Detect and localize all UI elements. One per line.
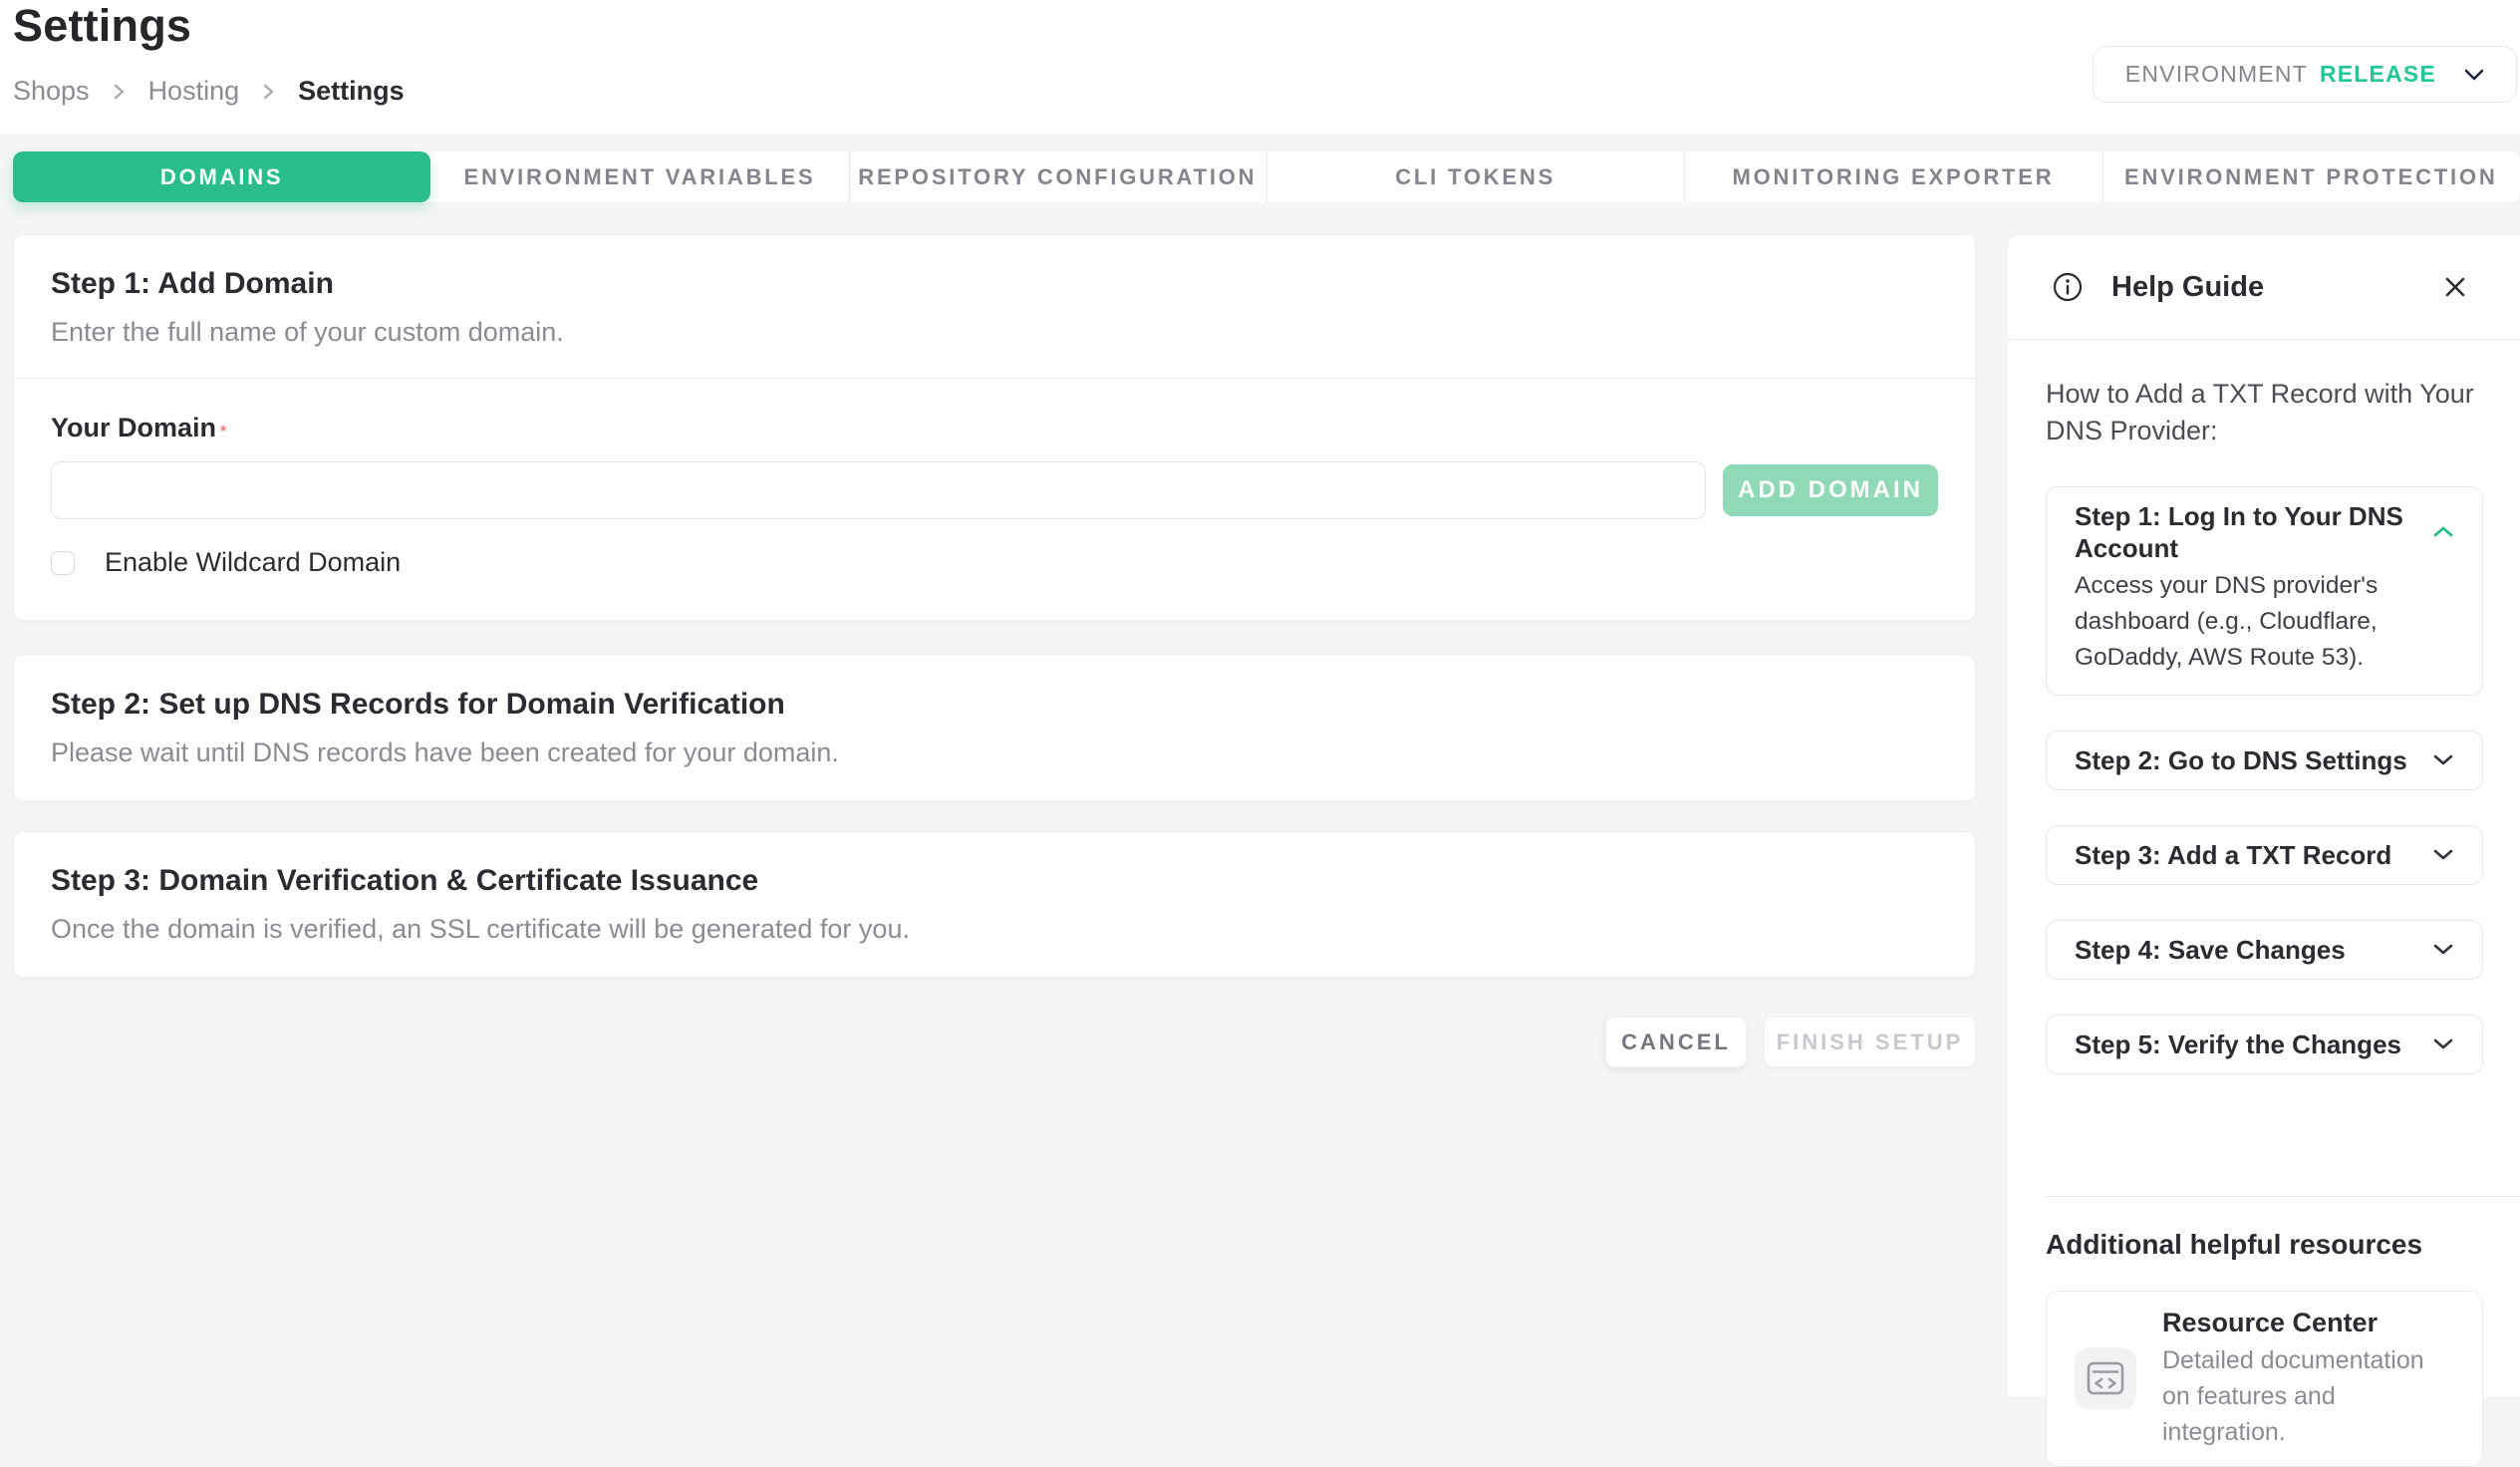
tab-environment-protection[interactable]: ENVIRONMENT PROTECTION	[2102, 151, 2520, 202]
chevron-down-icon	[2432, 942, 2454, 957]
step1-add-domain-card: Step 1: Add Domain Enter the full name o…	[13, 234, 1976, 621]
add-domain-button[interactable]: ADD DOMAIN	[1723, 464, 1938, 516]
close-icon	[2442, 274, 2468, 300]
help-guide-title: Help Guide	[2111, 271, 2436, 304]
step2-title: Step 2: Set up DNS Records for Domain Ve…	[51, 688, 1938, 722]
chevron-right-icon	[112, 81, 127, 103]
chevron-down-icon	[2432, 847, 2454, 862]
divider	[2046, 1196, 2520, 1197]
chevron-down-icon	[2462, 67, 2486, 83]
chevron-down-icon	[2432, 752, 2454, 767]
additional-resources-heading: Additional helpful resources	[2046, 1229, 2483, 1261]
your-domain-label: Your Domain	[51, 413, 216, 442]
accordion-step1-body: Access your DNS provider's dashboard (e.…	[2075, 568, 2454, 682]
step3-title: Step 3: Domain Verification & Certificat…	[51, 864, 1938, 898]
code-window-icon	[2075, 1347, 2136, 1409]
step2-description: Please wait until DNS records have been …	[51, 737, 1938, 768]
tab-cli-tokens[interactable]: CLI TOKENS	[1266, 151, 1684, 202]
form-actions: CANCEL FINISH SETUP	[13, 1017, 1976, 1067]
accordion-step2-header[interactable]: Step 2: Go to DNS Settings	[2075, 744, 2454, 776]
tab-repository-configuration[interactable]: REPOSITORY CONFIGURATION	[849, 151, 1266, 202]
wildcard-domain-label: Enable Wildcard Domain	[105, 547, 401, 578]
resource-center-title: Resource Center	[2162, 1308, 2454, 1338]
step3-verification-card: Step 3: Domain Verification & Certificat…	[13, 831, 1976, 978]
resource-center-card[interactable]: Resource Center Detailed documentation o…	[2046, 1291, 2483, 1467]
accordion-step4: Step 4: Save Changes	[2046, 920, 2483, 980]
help-guide-intro: How to Add a TXT Record with Your DNS Pr…	[2046, 376, 2483, 450]
accordion-step1-header[interactable]: Step 1: Log In to Your DNS Account	[2075, 500, 2454, 564]
breadcrumb: Shops Hosting Settings	[13, 76, 405, 107]
step1-title: Step 1: Add Domain	[51, 267, 1938, 301]
required-asterisk: *	[220, 424, 226, 440]
environment-selector-value: RELEASE	[2320, 61, 2436, 88]
chevron-up-icon	[2432, 524, 2454, 539]
step2-dns-records-card: Step 2: Set up DNS Records for Domain Ve…	[13, 655, 1976, 801]
tab-environment-variables[interactable]: ENVIRONMENT VARIABLES	[430, 151, 848, 202]
breadcrumb-settings-current: Settings	[298, 76, 405, 107]
accordion-step2: Step 2: Go to DNS Settings	[2046, 731, 2483, 790]
settings-page: Settings Shops Hosting Settings ENVIRONM…	[0, 0, 2520, 1396]
breadcrumb-hosting[interactable]: Hosting	[148, 76, 240, 107]
accordion-step4-header[interactable]: Step 4: Save Changes	[2075, 934, 2454, 966]
step3-description: Once the domain is verified, an SSL cert…	[51, 914, 1938, 945]
accordion-step3: Step 3: Add a TXT Record	[2046, 825, 2483, 885]
wildcard-domain-checkbox[interactable]	[51, 551, 75, 575]
your-domain-input[interactable]	[51, 461, 1706, 519]
environment-selector-label: ENVIRONMENT	[2125, 61, 2308, 88]
accordion-step1: Step 1: Log In to Your DNS Account Acces…	[2046, 486, 2483, 696]
chevron-down-icon	[2432, 1036, 2454, 1051]
help-accordion: Step 1: Log In to Your DNS Account Acces…	[2046, 486, 2483, 1074]
step1-description: Enter the full name of your custom domai…	[51, 317, 1938, 348]
chevron-right-icon	[261, 81, 276, 103]
environment-selector[interactable]: ENVIRONMENT RELEASE	[2093, 46, 2517, 103]
tab-bar: DOMAINS ENVIRONMENT VARIABLES REPOSITORY…	[13, 151, 2520, 202]
tab-monitoring-exporter[interactable]: MONITORING EXPORTER	[1684, 151, 2101, 202]
breadcrumb-shops[interactable]: Shops	[13, 76, 90, 107]
help-guide-panel: Help Guide How to Add a TXT Record with …	[2007, 234, 2520, 1396]
cancel-button[interactable]: CANCEL	[1605, 1017, 1747, 1067]
page-header: Settings Shops Hosting Settings ENVIRONM…	[0, 0, 2520, 135]
info-icon	[2046, 265, 2090, 309]
accordion-step5: Step 5: Verify the Changes	[2046, 1015, 2483, 1074]
tab-domains[interactable]: DOMAINS	[13, 151, 430, 202]
close-help-button[interactable]	[2436, 268, 2474, 306]
finish-setup-button[interactable]: FINISH SETUP	[1764, 1017, 1976, 1067]
page-title: Settings	[13, 0, 191, 52]
domains-content: Step 1: Add Domain Enter the full name o…	[13, 234, 1976, 1067]
accordion-step5-header[interactable]: Step 5: Verify the Changes	[2075, 1028, 2454, 1060]
enable-wildcard-domain-row[interactable]: Enable Wildcard Domain	[51, 547, 1938, 578]
accordion-step3-header[interactable]: Step 3: Add a TXT Record	[2075, 839, 2454, 871]
